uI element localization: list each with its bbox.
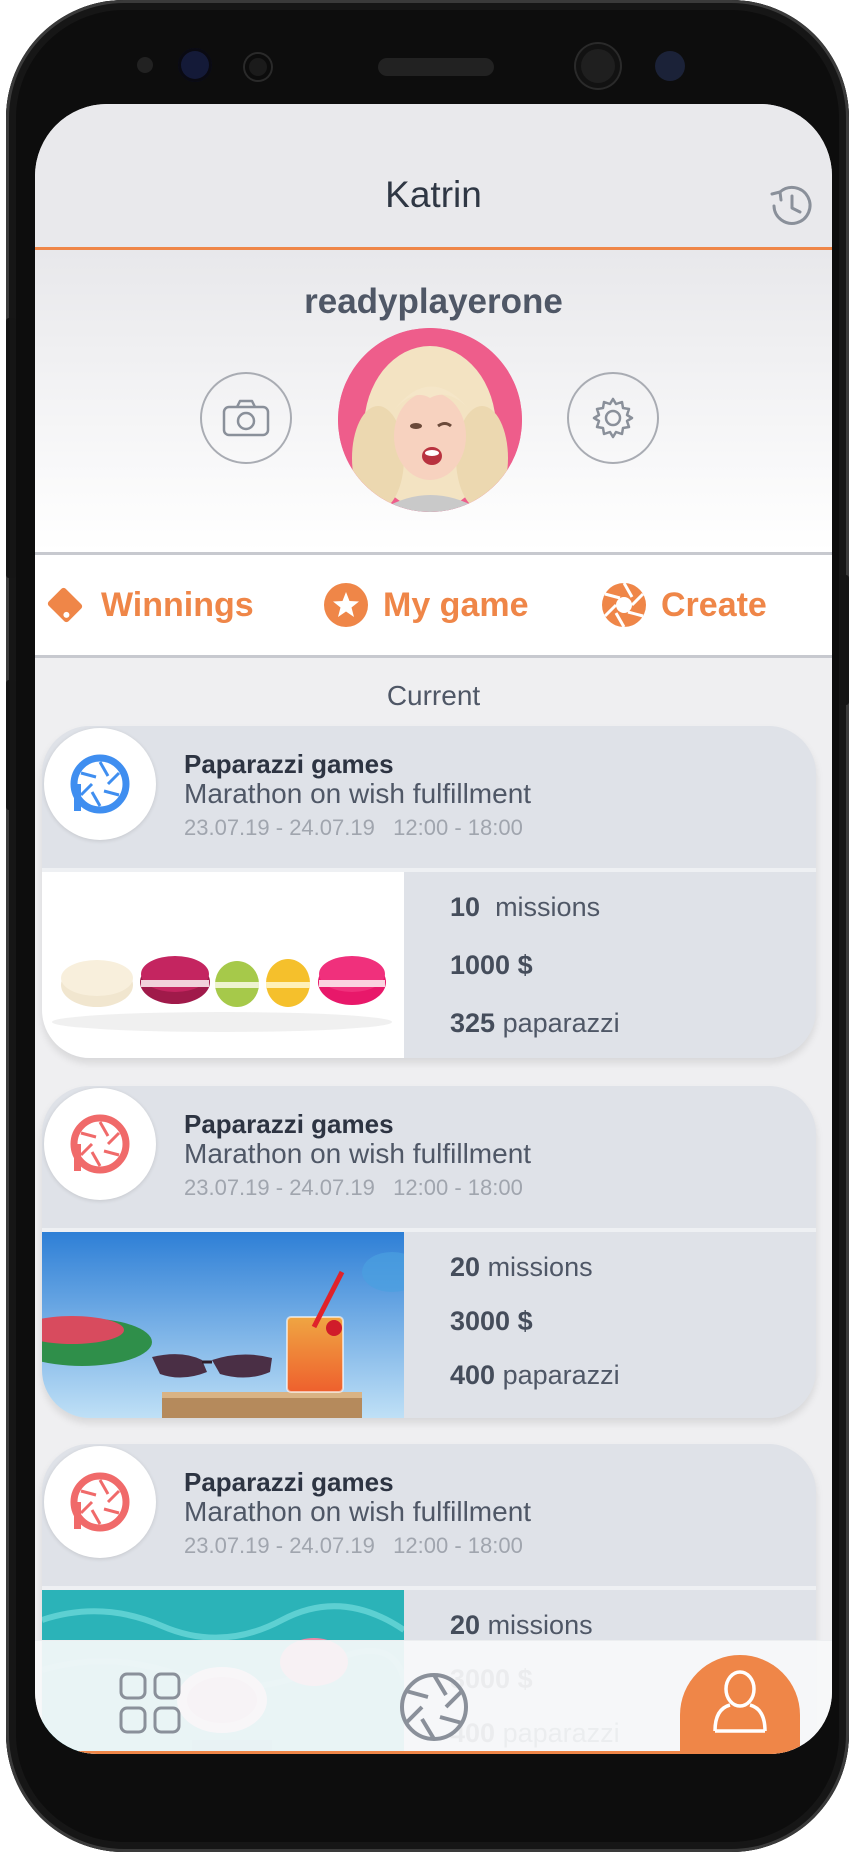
prize-stat: 3000 $ <box>450 1306 533 1337</box>
beach-drink-image <box>42 1232 404 1418</box>
front-camera <box>576 44 620 88</box>
card-title: Paparazzi games <box>184 749 394 779</box>
card-subtitle: Marathon on wish fulfillment <box>184 1496 532 1527</box>
card-header: Paparazzi games Marathon on wish fulfill… <box>42 1444 816 1586</box>
camera-icon <box>222 399 270 437</box>
card-date: 23.07.19 - 24.07.19 12:00 - 18:00 <box>184 1175 523 1201</box>
iris-camera <box>655 51 685 81</box>
game-card[interactable]: Paparazzi games Marathon on wish fulfill… <box>42 726 816 1058</box>
star-icon <box>324 583 368 627</box>
volume-button <box>6 318 16 578</box>
ticket-icon <box>47 587 83 623</box>
gear-icon <box>592 397 634 439</box>
proximity-sensor <box>137 57 153 73</box>
missions-label: missions <box>495 892 601 922</box>
game-card[interactable]: Paparazzi games Marathon on wish fulfill… <box>42 1086 816 1418</box>
card-time-range: 12:00 - 18:00 <box>393 1533 523 1558</box>
tab-create-label: Create <box>661 585 767 624</box>
card-date: 23.07.19 - 24.07.19 12:00 - 18:00 <box>184 815 523 841</box>
paparazzi-logo-icon <box>44 1088 156 1200</box>
app-screen: Katrin readyplayerone Winnings My game C… <box>35 104 832 1754</box>
prize-unit: $ <box>517 950 533 980</box>
card-date-range: 23.07.19 - 24.07.19 <box>184 815 375 840</box>
aperture-icon[interactable] <box>398 1671 470 1743</box>
tab-bar: Winnings My game Create <box>35 555 832 658</box>
missions-count: 20 <box>450 1252 481 1282</box>
page-title: Katrin <box>385 174 482 215</box>
missions-stat: 20 missions <box>450 1252 593 1283</box>
missions-count: 10 <box>450 892 481 922</box>
bottom-nav <box>35 1640 832 1754</box>
missions-stat: 20 missions <box>450 1610 593 1641</box>
section-label: Current <box>386 680 481 711</box>
card-time-range: 12:00 - 18:00 <box>393 815 523 840</box>
username: readyplayerone <box>304 282 563 321</box>
card-time-range: 12:00 - 18:00 <box>393 1175 523 1200</box>
iris-sensor <box>178 48 212 82</box>
avatar[interactable] <box>338 328 522 512</box>
paparazzi-logo-icon <box>44 1446 156 1558</box>
tab-my-game[interactable]: My game <box>323 555 529 655</box>
light-sensor <box>245 54 271 80</box>
power-button <box>839 575 849 705</box>
card-date: 23.07.19 - 24.07.19 12:00 - 18:00 <box>184 1533 523 1559</box>
card-stats: 20 missions 3000 $ 400 paparazzi <box>404 1232 816 1418</box>
user-icon <box>713 1670 767 1733</box>
bottom-accent-line <box>35 1751 832 1754</box>
tab-create[interactable]: Create <box>601 555 767 655</box>
card-title: Paparazzi games <box>184 1467 394 1497</box>
aperture-icon <box>602 582 646 628</box>
phone-frame: Katrin readyplayerone Winnings My game C… <box>6 0 849 1852</box>
prize-amount: 3000 <box>450 1306 511 1336</box>
missions-count: 20 <box>450 1610 481 1640</box>
paparazzi-label: paparazzi <box>502 1008 620 1038</box>
paparazzi-count: 400 <box>450 1360 496 1390</box>
card-date-range: 23.07.19 - 24.07.19 <box>184 1175 375 1200</box>
settings-button[interactable] <box>567 372 659 464</box>
card-title: Paparazzi games <box>184 1109 394 1139</box>
card-header: Paparazzi games Marathon on wish fulfill… <box>42 1086 816 1228</box>
card-header: Paparazzi games Marathon on wish fulfill… <box>42 726 816 868</box>
paparazzi-count: 325 <box>450 1008 496 1038</box>
missions-label: missions <box>487 1252 593 1282</box>
side-button <box>6 680 16 810</box>
app-header: Katrin <box>35 104 832 250</box>
camera-button[interactable] <box>200 372 292 464</box>
earpiece-speaker <box>378 58 494 76</box>
tab-winnings[interactable]: Winnings <box>43 555 254 655</box>
card-subtitle: Marathon on wish fulfillment <box>184 1138 532 1169</box>
prize-stat: 1000 $ <box>450 950 533 981</box>
macarons-image <box>42 872 404 1058</box>
card-subtitle: Marathon on wish fulfillment <box>184 778 532 809</box>
missions-stat: 10 missions <box>450 892 600 923</box>
history-icon[interactable] <box>764 180 816 232</box>
card-stats: 10 missions 1000 $ 325 paparazzi <box>404 872 816 1058</box>
tab-my-game-label: My game <box>383 585 529 624</box>
profile-section: readyplayerone <box>35 250 832 555</box>
card-date-range: 23.07.19 - 24.07.19 <box>184 1533 375 1558</box>
profile-nav-button[interactable] <box>680 1655 800 1754</box>
tab-winnings-label: Winnings <box>101 585 254 624</box>
grid-icon[interactable] <box>118 1671 182 1735</box>
prize-amount: 1000 <box>450 950 511 980</box>
prize-unit: $ <box>517 1306 533 1336</box>
paparazzi-stat: 325 paparazzi <box>450 1008 620 1039</box>
paparazzi-label: paparazzi <box>502 1360 620 1390</box>
missions-label: missions <box>487 1610 593 1640</box>
paparazzi-stat: 400 paparazzi <box>450 1360 620 1391</box>
paparazzi-logo-icon <box>44 728 156 840</box>
